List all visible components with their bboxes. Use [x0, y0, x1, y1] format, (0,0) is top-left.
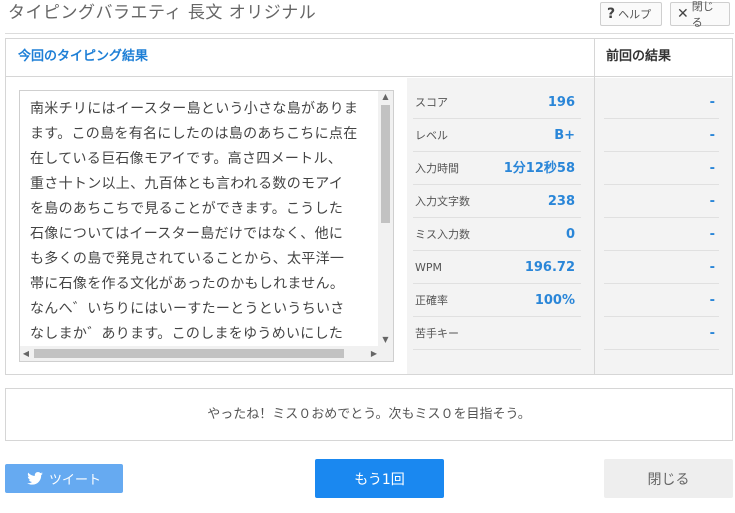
- stat-row: 入力文字数 238: [413, 186, 581, 218]
- previous-stat-row: -: [604, 252, 719, 284]
- stat-value: 0: [565, 227, 575, 242]
- stat-label: 正確率: [415, 294, 448, 307]
- retry-button[interactable]: もう1回: [315, 459, 444, 498]
- stat-row: レベル B+: [413, 120, 581, 152]
- help-label: ヘルプ: [618, 8, 652, 21]
- vertical-scrollbar[interactable]: ▲ ▼: [378, 91, 393, 346]
- passage-line: 重さ十トン以上、九百体とも言われる数のモアイ: [30, 176, 344, 192]
- panel-header: 今回のタイピング結果 前回の結果: [6, 39, 732, 77]
- close-button[interactable]: 閉じる: [604, 459, 733, 498]
- passage-line: を島のあちこちで見ることができます。こうした: [30, 201, 344, 217]
- stat-label: レベル: [415, 129, 448, 142]
- previous-stat-row: -: [604, 318, 719, 350]
- stat-row: 正確率 100%: [413, 285, 581, 317]
- previous-stat-row: -: [604, 285, 719, 317]
- stat-label: ミス入力数: [415, 228, 470, 241]
- passage-line: 南米チリにはイースター島という小さな島がありま: [30, 101, 359, 117]
- stat-value: 238: [547, 194, 575, 209]
- stat-row: 苦手キー: [413, 318, 581, 350]
- stat-value: 100%: [534, 293, 575, 308]
- previous-stat-row: -: [604, 219, 719, 251]
- stat-row: ミス入力数 0: [413, 219, 581, 251]
- header-divider: [5, 33, 734, 34]
- previous-stat-value: -: [709, 326, 715, 341]
- previous-stat-row: -: [604, 87, 719, 119]
- passage-text: 南米チリにはイースター島という小さな島がありま ます。この島を有名にしたのは島のあ…: [30, 97, 382, 345]
- twitter-bird-icon: [27, 472, 43, 485]
- stat-row: スコア 196: [413, 87, 581, 119]
- result-message: やったね！ミス０おめでとう。次もミス０を目指そう。: [5, 388, 733, 441]
- scroll-up-icon[interactable]: ▲: [378, 91, 393, 103]
- passage-line: 石像についてはイースター島だけではなく、他に: [30, 226, 344, 242]
- passage-textarea[interactable]: 南米チリにはイースター島という小さな島がありま ます。この島を有名にしたのは島のあ…: [19, 90, 394, 362]
- previous-stat-value: -: [709, 194, 715, 209]
- stat-label: 苦手キー: [415, 327, 459, 340]
- page-title: タイピングバラエティ 長文 オリジナル: [8, 3, 317, 23]
- horizontal-scroll-thumb[interactable]: [34, 349, 344, 358]
- vertical-scroll-thumb[interactable]: [381, 105, 390, 223]
- help-button[interactable]: ? ヘルプ: [600, 2, 662, 26]
- passage-line: 在している巨石像モアイです。高さ四メートル、: [30, 151, 343, 167]
- previous-stat-row: -: [604, 120, 719, 152]
- question-icon: ?: [607, 6, 616, 22]
- previous-stat-row: -: [604, 153, 719, 185]
- scroll-down-icon[interactable]: ▼: [378, 334, 393, 346]
- previous-stat-value: -: [709, 260, 715, 275]
- stat-value: 196.72: [524, 260, 575, 275]
- close-header-label: 閉じる: [691, 0, 714, 29]
- stat-value: 196: [547, 95, 575, 110]
- horizontal-scrollbar[interactable]: ◀ ▶: [20, 346, 393, 361]
- previous-result-title: 前回の結果: [606, 49, 672, 64]
- stat-row: WPM 196.72: [413, 252, 581, 284]
- passage-line: 帯に石像を作る文化があったのかもしれません。: [30, 276, 345, 292]
- previous-stat-value: -: [709, 128, 715, 143]
- result-panel: 今回のタイピング結果 前回の結果 南米チリにはイースター島という小さな島がありま…: [5, 38, 733, 375]
- passage-line: なんへ゛いちりにはいーすたーとうというちいさ: [30, 301, 345, 317]
- passage-line: ます。この島を有名にしたのは島のあちこちに点在: [30, 126, 358, 142]
- stat-value: B+: [554, 128, 575, 143]
- scroll-right-icon[interactable]: ▶: [368, 346, 380, 361]
- stat-label: スコア: [415, 96, 448, 109]
- stat-value: 1分12秒58: [503, 161, 575, 176]
- tweet-button[interactable]: ツイート: [5, 464, 123, 493]
- stat-label: WPM: [415, 261, 443, 274]
- previous-stat-value: -: [709, 227, 715, 242]
- previous-stat-value: -: [709, 161, 715, 176]
- tweet-label: ツイート: [48, 473, 101, 488]
- previous-stat-value: -: [709, 95, 715, 110]
- passage-line: なしまか゛あります。このしまをゆうめいにした: [30, 326, 344, 342]
- close-header-button[interactable]: ✕ 閉じる: [670, 0, 730, 29]
- close-icon: ✕: [677, 6, 689, 22]
- stat-label: 入力時間: [415, 162, 459, 175]
- stat-label: 入力文字数: [415, 195, 470, 208]
- passage-line: も多くの島で発見されていることから、太平洋一: [30, 251, 345, 267]
- previous-stat-value: -: [709, 293, 715, 308]
- scroll-left-icon[interactable]: ◀: [20, 346, 32, 361]
- stat-row: 入力時間 1分12秒58: [413, 153, 581, 185]
- previous-stat-row: -: [604, 186, 719, 218]
- current-result-title: 今回のタイピング結果: [18, 49, 149, 64]
